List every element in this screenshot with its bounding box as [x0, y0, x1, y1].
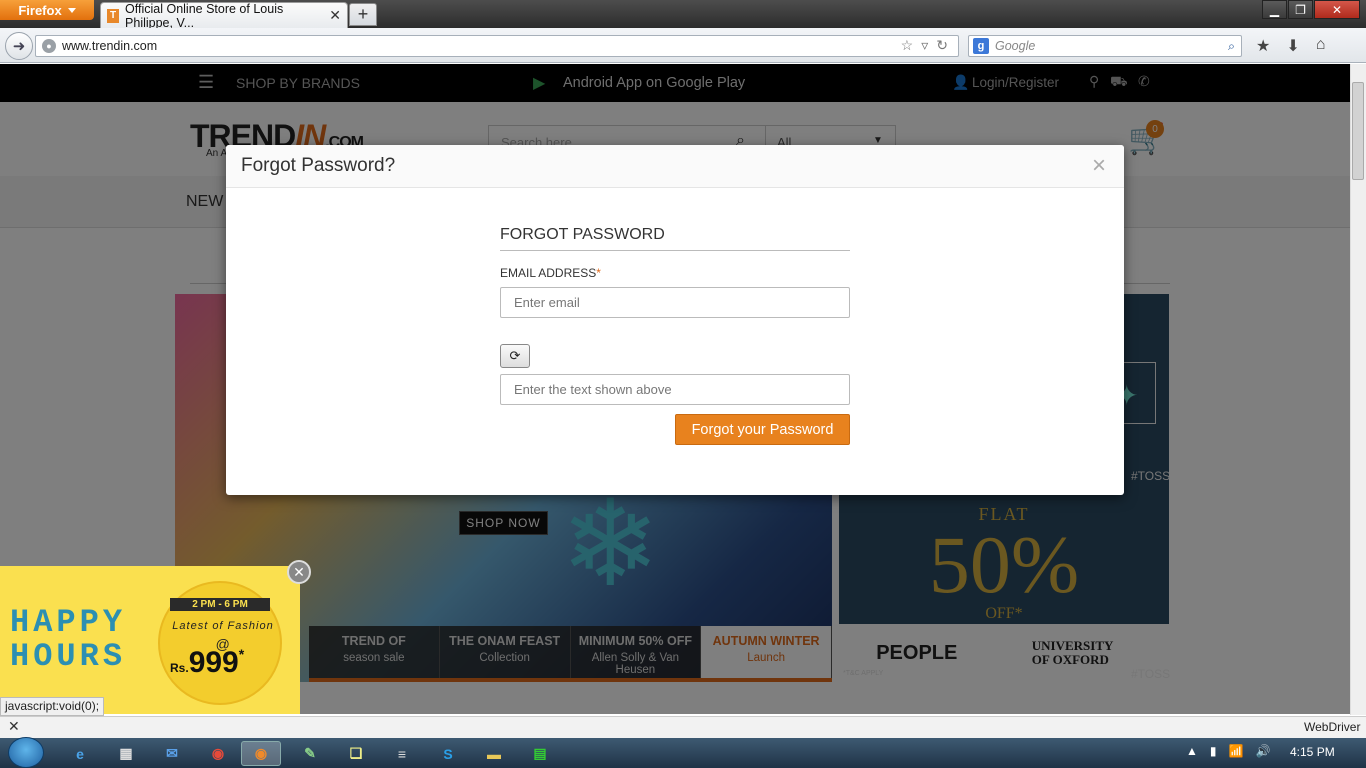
forgot-password-submit-button[interactable]: Forgot your Password [675, 414, 850, 445]
browser-search-bar[interactable]: g Google ⌕ [968, 35, 1242, 57]
browser-tab[interactable]: T Official Online Store of Louis Philipp… [100, 1, 348, 30]
maximize-button[interactable]: ❐ [1288, 0, 1313, 19]
start-button[interactable] [8, 737, 44, 768]
happy-hours-line2: HOURS [10, 638, 127, 675]
terminal-icon[interactable]: ≡ [382, 741, 422, 766]
refresh-captcha-button[interactable]: ⟳ [500, 344, 530, 368]
new-tab-button[interactable]: + [349, 3, 377, 26]
files-icon[interactable]: ❏ [336, 741, 376, 766]
back-button[interactable]: ➜ [5, 32, 33, 60]
bookmarks-icon[interactable]: ★ [1256, 36, 1270, 56]
back-arrow-icon: ➜ [12, 38, 26, 55]
url-bar[interactable]: ● www.trendin.com [35, 35, 959, 57]
spreadsheet-icon[interactable]: ▤ [520, 741, 560, 766]
email-field[interactable] [500, 287, 850, 318]
reload-icon[interactable]: ↻ [936, 37, 948, 54]
home-icon[interactable]: ⌂ [1316, 36, 1326, 56]
webdriver-bar [0, 716, 1366, 738]
chrome-icon[interactable]: ◉ [198, 741, 238, 766]
favicon-icon: T [107, 8, 120, 23]
url-bar-icons: ☆ ▿ ↻ [901, 37, 948, 54]
happy-hours-price: Rs.999* [170, 646, 244, 680]
firefox-menu-label: Firefox [18, 2, 62, 18]
signal-icon[interactable]: 📶 [1229, 744, 1244, 758]
google-icon[interactable]: g [973, 38, 989, 54]
chevron-down-icon [67, 7, 76, 13]
calculator-icon[interactable]: ▦ [106, 741, 146, 766]
captcha-field[interactable] [500, 374, 850, 405]
close-icon[interactable]: × [1092, 154, 1106, 178]
tab-title: Official Online Store of Louis Philippe,… [125, 1, 284, 30]
webdriver-label: WebDriver [1304, 720, 1361, 734]
modal-title: Forgot Password? [241, 155, 396, 176]
status-link: javascript:void(0); [0, 697, 105, 716]
tray-arrow-icon[interactable]: ▲ [1186, 744, 1198, 758]
happy-hours-title: HAPPY HOURS [10, 606, 126, 674]
close-bar-icon[interactable]: ✕ [8, 718, 20, 735]
taskbar-clock[interactable]: 4:15 PM [1290, 745, 1335, 759]
search-icon[interactable]: ⌕ [1228, 39, 1235, 54]
required-mark: * [596, 266, 601, 280]
folder-icon[interactable]: ▬ [474, 741, 514, 766]
firefox-taskbar-icon[interactable]: ◉ [241, 741, 281, 766]
bookmark-star-icon[interactable]: ☆ [901, 37, 914, 54]
search-engine-placeholder: Google [995, 39, 1036, 53]
skype-icon[interactable]: S [428, 741, 468, 766]
latest-label: Latest of Fashion [172, 620, 274, 632]
ie-icon[interactable]: e [60, 741, 100, 766]
happy-hours-line1: HAPPY [10, 604, 127, 641]
downloads-icon[interactable]: ⬇ [1286, 36, 1299, 56]
currency-label: Rs. [170, 661, 189, 675]
close-tab-icon[interactable]: ✕ [329, 7, 341, 24]
forgot-password-modal: Forgot Password? × FORGOT PASSWORD EMAIL… [226, 145, 1124, 495]
close-window-button[interactable]: ✕ [1314, 0, 1360, 19]
email-label: EMAIL ADDRESS* [500, 266, 601, 280]
volume-icon[interactable]: 🔊 [1255, 744, 1270, 758]
toolbar-icons: ★ ⬇ ⌂ [1256, 36, 1325, 56]
close-popup-icon[interactable]: ✕ [287, 560, 311, 584]
system-tray: ▲ ▮ 📶 🔊 [1186, 744, 1270, 758]
minimize-button[interactable]: ▁ [1262, 0, 1287, 19]
outlook-icon[interactable]: ✉ [152, 741, 192, 766]
refresh-icon: ⟳ [509, 348, 521, 363]
happy-hours-time: 2 PM - 6 PM [170, 598, 270, 611]
price-value: 999 [188, 646, 239, 679]
price-star: * [238, 646, 245, 662]
history-dropdown-icon[interactable]: ▿ [921, 37, 928, 54]
scrollbar-thumb[interactable] [1352, 82, 1364, 180]
battery-icon[interactable]: ▮ [1210, 744, 1217, 758]
notepad-icon[interactable]: ✎ [290, 741, 330, 766]
section-title: FORGOT PASSWORD [500, 226, 850, 251]
url-text: www.trendin.com [62, 39, 158, 53]
firefox-menu-button[interactable]: Firefox [0, 0, 94, 20]
happy-hours-popup[interactable]: HAPPY HOURS 2 PM - 6 PM Latest of Fashion… [0, 566, 300, 714]
email-label-text: EMAIL ADDRESS [500, 266, 597, 280]
globe-icon: ● [42, 39, 56, 53]
